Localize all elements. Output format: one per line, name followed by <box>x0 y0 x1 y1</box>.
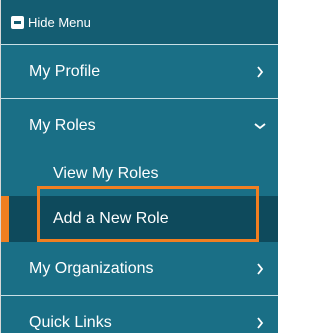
minus-square-icon <box>11 15 24 29</box>
submenu-item-label: Add a New Role <box>53 210 169 227</box>
menu-item-quick-links[interactable]: Quick Links <box>1 296 278 333</box>
chevron-right-icon <box>254 316 266 329</box>
hide-menu-button[interactable]: Hide Menu <box>1 0 278 44</box>
submenu-item-add-a-new-role[interactable]: Add a New Role <box>1 196 278 242</box>
menu-item-label: Quick Links <box>29 313 112 331</box>
menu-item-label: My Roles <box>29 116 96 134</box>
menu-item-my-profile[interactable]: My Profile <box>1 45 278 98</box>
menu-item-label: My Profile <box>29 62 101 80</box>
menu-item-label: My Organizations <box>29 259 154 277</box>
submenu-item-label: View My Roles <box>53 165 159 182</box>
hide-menu-label: Hide Menu <box>28 14 91 30</box>
chevron-down-icon <box>254 120 266 132</box>
submenu-item-view-my-roles[interactable]: View My Roles <box>1 152 278 196</box>
chevron-right-icon <box>254 65 266 78</box>
chevron-right-icon <box>254 262 266 275</box>
menu-item-my-organizations[interactable]: My Organizations <box>1 242 278 295</box>
menu-item-my-roles[interactable]: My Roles <box>1 99 278 152</box>
side-menu: Hide Menu My Profile My Roles View My Ro… <box>0 0 278 333</box>
active-indicator <box>1 196 9 242</box>
